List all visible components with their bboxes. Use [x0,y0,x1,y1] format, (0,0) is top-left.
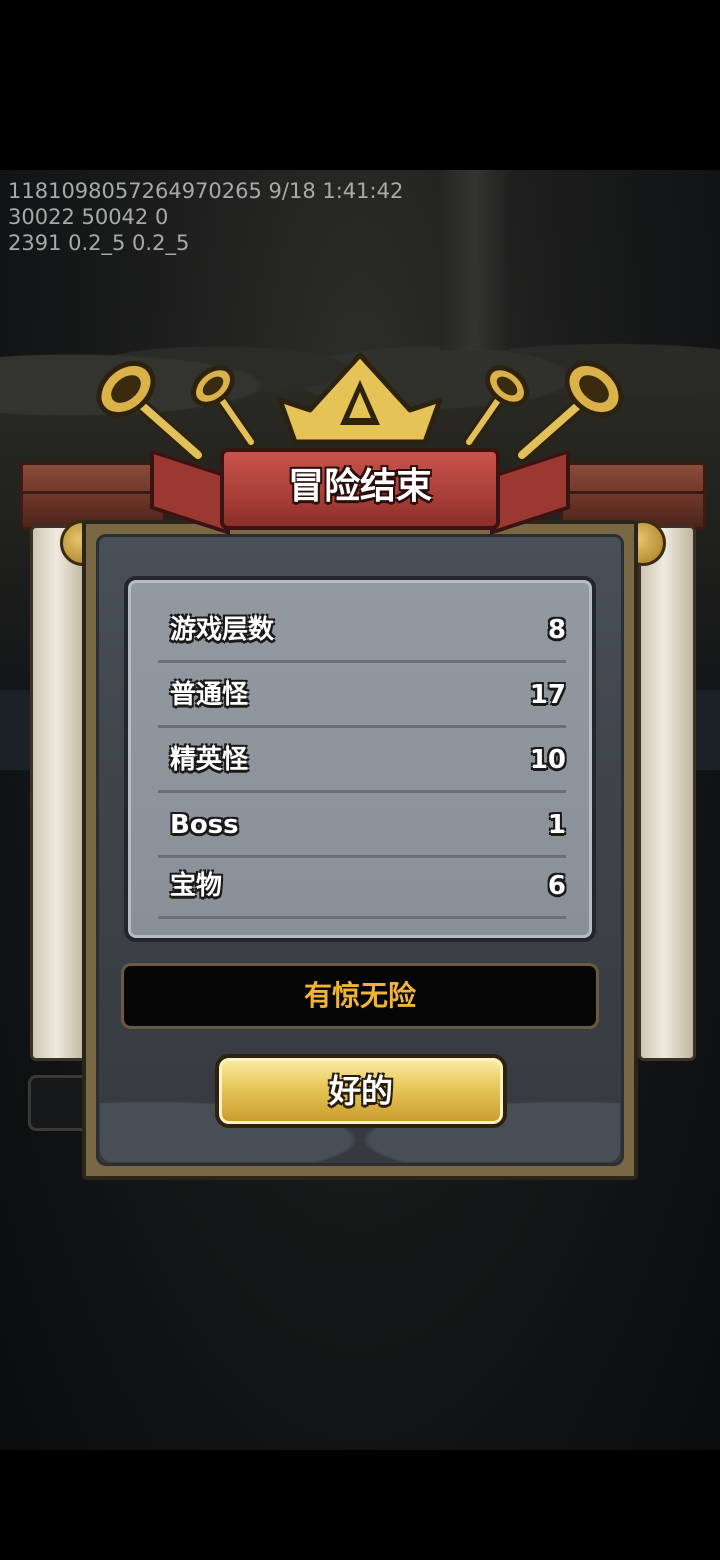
dialog-title: 冒险结束 [287,466,432,507]
stat-row-normal-monsters: 普通怪 17 [158,663,566,728]
stat-value: 10 [529,745,566,775]
result-rating: 有惊无险 [121,963,599,1029]
stat-value: 1 [547,810,566,840]
stone-pillar [440,170,510,350]
stat-row-treasures: 宝物 6 [158,854,566,919]
stat-row-elite-monsters: 精英怪 10 [158,728,566,793]
stat-label: Boss [170,810,239,840]
debug-line-2: 30022 50042 0 [8,205,169,229]
stat-value: 8 [547,615,566,645]
trumpet-icon [515,360,624,462]
stat-label: 游戏层数 [170,615,275,645]
stat-value: 17 [529,680,566,710]
curtain-left [30,525,88,1061]
debug-line-3: 2391 0.2_5 0.2_5 [8,231,190,255]
debug-info: 1181098057264970265 9/18 1:41:42 30022 5… [8,178,403,256]
curtain-right [638,525,696,1061]
ok-button[interactable]: 好的 [215,1054,507,1128]
stat-value: 6 [547,871,566,901]
stat-label: 宝物 [170,871,223,901]
stat-label: 普通怪 [170,680,249,710]
debug-line-1: 1181098057264970265 9/18 1:41:42 [8,179,404,203]
trumpet-icon [191,365,257,448]
stat-row-floors: 游戏层数 8 [158,598,566,663]
crown-icon [277,352,443,445]
stat-label: 精英怪 [170,745,249,775]
stats-panel: 游戏层数 8 普通怪 17 精英怪 10 Boss 1 宝物 6 [124,576,596,942]
stat-row-boss: Boss 1 [158,793,566,858]
